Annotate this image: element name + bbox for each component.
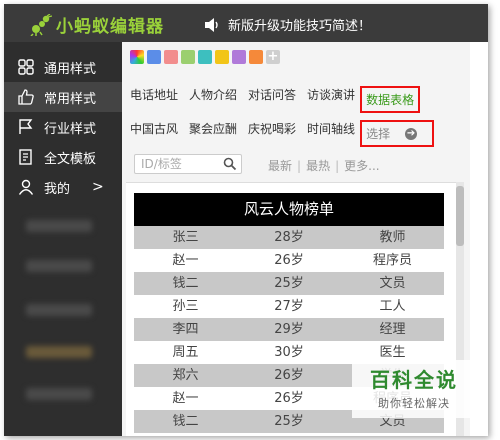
add-color-button[interactable]: +: [266, 50, 280, 64]
chevron-right-icon: >: [92, 179, 104, 195]
tab-timeline[interactable]: 时间轴线: [307, 120, 355, 147]
table-row: 赵一 26岁 程序员: [134, 249, 444, 272]
blurred-item: [26, 346, 92, 358]
sidebar-item-label: 常用样式: [44, 91, 97, 107]
sort-hottest[interactable]: 最热: [306, 159, 330, 173]
tab-chinese-ancient[interactable]: 中国古风: [130, 120, 178, 147]
select-button[interactable]: 选择 ➔: [360, 120, 435, 147]
category-row-2: 中国古风 聚会应酬 庆祝喝彩 时间轴线 选择 ➔: [130, 120, 445, 147]
table-cell: 29岁: [274, 322, 304, 337]
document-icon: [19, 149, 32, 165]
notice-text: 新版升级功能技巧简述！: [228, 19, 372, 34]
arrow-right-circle-icon: ➔: [405, 127, 418, 140]
color-swatch[interactable]: [164, 50, 178, 64]
sidebar-item-label: 我的: [44, 181, 71, 197]
table-cell: 经理: [379, 322, 406, 337]
table-cell: 程序员: [372, 253, 412, 268]
table-cell: 郑六: [172, 368, 199, 383]
update-notice[interactable]: 新版升级功能技巧简述！: [204, 15, 371, 34]
blurred-item: [26, 220, 92, 232]
ant-logo-icon: [30, 13, 52, 36]
scrollbar-thumb[interactable]: [456, 186, 464, 246]
watermark-title: 百科全说: [370, 368, 458, 392]
sidebar-item-label: 全文模板: [44, 151, 97, 167]
table-cell: 26岁: [274, 391, 304, 406]
blurred-item: [26, 260, 92, 272]
sidebar-item-label: 通用样式: [44, 61, 97, 77]
table-cell: 26岁: [274, 253, 304, 268]
tab-person-intro[interactable]: 人物介绍: [189, 86, 237, 113]
table-cell: 26岁: [274, 368, 304, 383]
sidebar-item-industry-styles[interactable]: 行业样式: [4, 112, 122, 142]
table-cell: 李四: [172, 322, 199, 337]
color-swatch[interactable]: [215, 50, 229, 64]
table-row: 张三 28岁 教师: [134, 226, 444, 249]
color-swatch[interactable]: [232, 50, 246, 64]
table-cell: 25岁: [274, 414, 304, 429]
table-cell: 27岁: [237, 433, 341, 436]
table-row: 钱二 25岁 文员: [134, 272, 444, 295]
table-cell: 孙三: [172, 299, 199, 314]
tab-data-table[interactable]: 数据表格: [360, 86, 421, 113]
watermark: 百科全说 助你轻松解决: [352, 360, 476, 418]
table-cell: 工人: [341, 433, 444, 436]
sidebar-item-label: 行业样式: [44, 121, 97, 137]
grid-icon: [18, 59, 34, 75]
blurred-item: [26, 304, 92, 316]
sort-options: 最新 | 最热 | 更多...: [268, 159, 380, 173]
sidebar-item-mine[interactable]: 我的 >: [4, 172, 122, 202]
table-cell: 张三: [172, 230, 199, 245]
color-swatch[interactable]: [147, 50, 161, 64]
flag-icon: [19, 119, 33, 134]
tab-phone-address[interactable]: 电话地址: [130, 86, 178, 113]
app-name: 小蚂蚁编辑器: [56, 17, 164, 37]
table-cell: 赵一: [172, 391, 199, 406]
app-logo[interactable]: 小蚂蚁编辑器: [30, 12, 164, 37]
speaker-icon: [205, 17, 218, 32]
table-cell: 孙三: [134, 433, 237, 436]
table-cell: 30岁: [274, 345, 304, 360]
table-title: 风云人物榜单: [134, 193, 444, 226]
table-row: 孙三27岁工人: [134, 433, 444, 436]
table-cell: 周五: [172, 345, 199, 360]
table-cell: 钱二: [172, 414, 199, 429]
tab-party[interactable]: 聚会应酬: [189, 120, 237, 147]
table-cell: 教师: [379, 230, 406, 245]
tab-celebration[interactable]: 庆祝喝彩: [248, 120, 296, 147]
color-swatch[interactable]: [198, 50, 212, 64]
sort-newest[interactable]: 最新: [268, 159, 292, 173]
sidebar-item-general-styles[interactable]: 通用样式: [4, 52, 122, 82]
table-cell: 27岁: [274, 299, 304, 314]
user-icon: [18, 179, 34, 195]
sidebar-item-full-templates[interactable]: 全文模板: [4, 142, 122, 172]
sidebar-item-common-styles[interactable]: 常用样式: [4, 82, 122, 112]
category-row-1: 电话地址 人物介绍 对话问答 访谈演讲 数据表格: [130, 86, 431, 113]
sidebar: 通用样式 常用样式 行业样式 全文模板 我的 >: [4, 42, 122, 436]
table-row: 孙三 27岁 工人: [134, 295, 444, 318]
table-cell: 赵一: [172, 253, 199, 268]
table-cell: 钱二: [172, 276, 199, 291]
blurred-item: [26, 388, 92, 400]
table-row: 李四 29岁 经理: [134, 318, 444, 341]
color-swatches: +: [130, 50, 280, 64]
table-cell: 28岁: [274, 230, 304, 245]
search-input[interactable]: ID/标签: [134, 154, 242, 174]
editor-window: 小蚂蚁编辑器 新版升级功能技巧简述！ 通用样式 常用样式 行业样式 全文模板 我…: [4, 4, 488, 436]
top-bar: 小蚂蚁编辑器 新版升级功能技巧简述！: [4, 4, 488, 42]
watermark-subtitle: 助你轻松解决: [378, 397, 450, 410]
tab-interview[interactable]: 访谈演讲: [307, 86, 355, 113]
tab-dialogue[interactable]: 对话问答: [248, 86, 296, 113]
table-cell: 25岁: [274, 276, 304, 291]
color-swatch[interactable]: [181, 50, 195, 64]
search-placeholder: ID/标签: [141, 157, 182, 171]
sort-more[interactable]: 更多...: [344, 159, 379, 173]
search-icon[interactable]: [223, 157, 237, 171]
color-swatch[interactable]: [249, 50, 263, 64]
select-label: 选择: [366, 127, 391, 141]
color-picker-swatch[interactable]: [130, 50, 144, 64]
table-cell: 工人: [379, 299, 406, 314]
thumbs-up-icon: [18, 89, 34, 105]
table-cell: 文员: [379, 276, 406, 291]
